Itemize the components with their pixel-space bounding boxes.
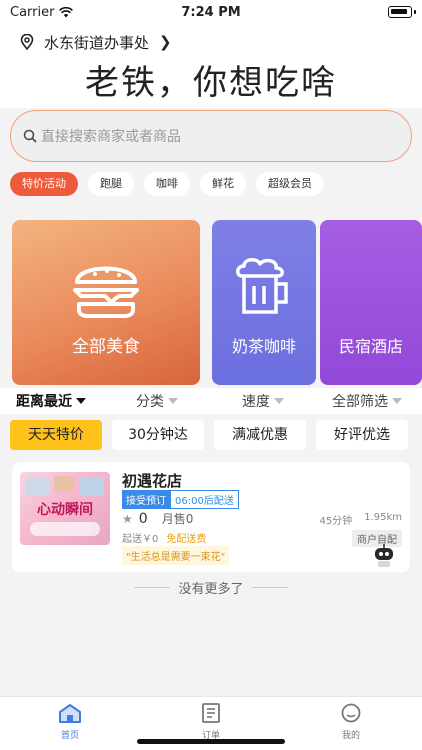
battery-tip	[414, 10, 416, 14]
banner-label: 民宿酒店	[338, 337, 403, 356]
divider-line	[134, 587, 171, 588]
tag-top-rated[interactable]: 好评优选	[316, 420, 408, 450]
location-selector[interactable]: 水东街道办事处 ❯	[0, 24, 422, 60]
chip-coffee[interactable]: 咖啡	[144, 172, 190, 196]
chip-flowers[interactable]: 鲜花	[200, 172, 246, 196]
location-name: 水东街道办事处	[44, 33, 150, 52]
fee-row: 起送￥0 免配送费	[122, 530, 206, 545]
banner-tea-coffee[interactable]: 奶茶咖啡	[212, 220, 316, 385]
tag-discount[interactable]: 满减优惠	[214, 420, 306, 450]
min-order: 起送￥0	[122, 534, 159, 545]
chip-super-member[interactable]: 超级会员	[256, 172, 324, 196]
tab-orders[interactable]: 订单	[181, 703, 241, 741]
robot-mascot-icon	[375, 544, 393, 567]
chevron-right-icon: ❯	[159, 33, 172, 51]
quick-chips: 特价活动 跑腿 咖啡 鲜花 超级会员	[10, 172, 324, 196]
monthly-sales: 月售0	[161, 512, 194, 526]
caret-down-icon	[76, 398, 86, 404]
filter-label: 分类	[136, 394, 164, 410]
search-input[interactable]: 直接搜索商家或者商品	[10, 110, 412, 162]
chip-specials[interactable]: 特价活动	[10, 172, 78, 196]
tag-30min[interactable]: 30分钟达	[112, 420, 204, 450]
delivery-time-badge: 06:00后配送	[170, 490, 239, 509]
home-icon	[59, 704, 81, 723]
delivery-meta: 45分钟 1.95km	[319, 512, 402, 527]
tab-profile[interactable]: 我的	[321, 703, 381, 741]
status-bar: Carrier 7:24 PM	[0, 0, 422, 24]
tab-label: 我的	[341, 731, 360, 741]
banner-label: 奶茶咖啡	[231, 337, 296, 356]
caret-down-icon	[168, 398, 178, 404]
banner-homestay-hotel[interactable]: 民宿酒店	[320, 220, 422, 385]
star-icon: ★	[122, 511, 133, 526]
caret-down-icon	[392, 398, 402, 404]
feature-tags: 天天特价 30分钟达 满减优惠 好评优选	[10, 420, 408, 450]
search-placeholder: 直接搜索商家或者商品	[41, 129, 181, 145]
preorder-badge: 接受预订	[122, 490, 170, 509]
filter-all[interactable]: 全部筛选	[332, 391, 402, 411]
rating-row: ★ 0 月售0	[122, 510, 193, 527]
home-indicator	[137, 739, 285, 744]
banner-label: 全部美食	[72, 337, 140, 357]
battery-icon	[388, 6, 412, 18]
filter-label: 距离最近	[16, 394, 72, 410]
filter-category[interactable]: 分类	[136, 391, 178, 411]
store-slogan: "生活总是需要一束花"	[122, 546, 230, 565]
tab-label: 首页	[60, 731, 79, 741]
store-image-art: 心动瞬间	[26, 476, 104, 536]
banner-all-food[interactable]: 全部美食	[12, 220, 200, 385]
list-end-text: 没有更多了	[178, 582, 244, 597]
bottom-tab-bar: 首页 订单 我的	[0, 696, 422, 750]
page-headline: 老铁，你想吃啥	[0, 60, 422, 108]
store-image-caption: 心动瞬间	[37, 501, 93, 518]
location-pin-icon	[20, 34, 34, 50]
sort-filter-bar: 距离最近 分类 速度 全部筛选	[0, 388, 422, 414]
filter-label: 速度	[242, 394, 270, 410]
burger-icon	[73, 266, 139, 318]
filter-label: 全部筛选	[332, 394, 388, 410]
divider-line	[251, 587, 288, 588]
tag-daily-deals[interactable]: 天天特价	[10, 420, 102, 450]
store-badges: 接受预订 06:00后配送	[122, 490, 239, 509]
beer-mug-icon	[236, 258, 288, 314]
chip-errand[interactable]: 跑腿	[88, 172, 134, 196]
list-end-indicator: 没有更多了	[0, 578, 422, 597]
order-icon	[202, 703, 220, 723]
delivery-fee: 免配送费	[166, 534, 207, 545]
store-card[interactable]: 心动瞬间 初遇花店 接受预订 06:00后配送 ★ 0 月售0 45分钟 1.9…	[12, 462, 410, 572]
rating-score: 0	[138, 510, 148, 527]
delivery-duration: 45分钟	[319, 516, 353, 527]
clock: 7:24 PM	[181, 4, 241, 20]
caret-down-icon	[274, 398, 284, 404]
distance: 1.95km	[364, 512, 402, 523]
filter-nearest[interactable]: 距离最近	[16, 391, 86, 411]
store-name: 初遇花店	[122, 472, 183, 490]
filter-speed[interactable]: 速度	[242, 391, 284, 411]
store-image: 心动瞬间	[20, 472, 110, 545]
profile-icon	[341, 703, 361, 723]
tab-home[interactable]: 首页	[40, 703, 100, 741]
category-banners: 全部美食 奶茶咖啡 民宿酒店	[0, 204, 422, 389]
search-icon	[23, 129, 37, 143]
